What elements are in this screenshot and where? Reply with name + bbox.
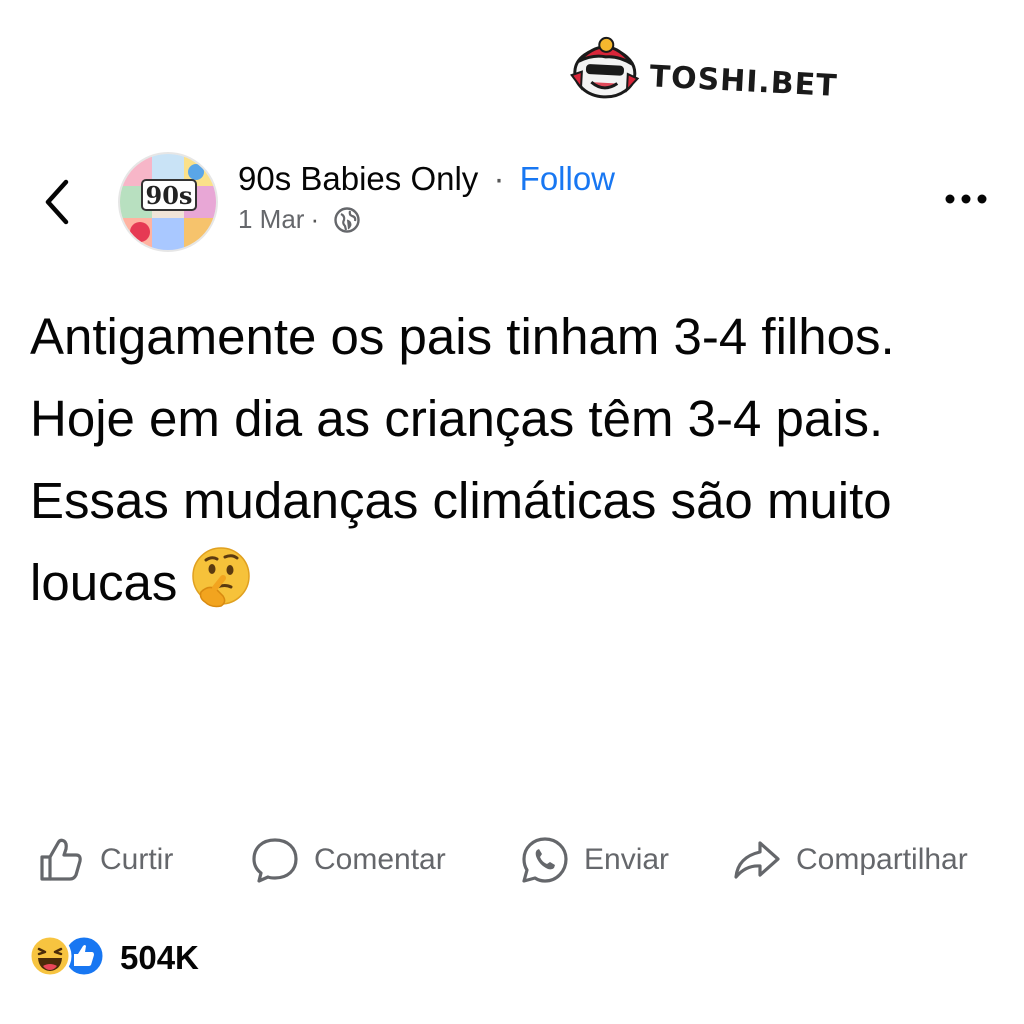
comment-bubble-icon bbox=[252, 838, 298, 883]
send-label: Enviar bbox=[584, 843, 670, 876]
follow-button[interactable]: Follow bbox=[520, 160, 615, 197]
whatsapp-icon bbox=[522, 837, 568, 883]
post-line-1: Antigamente os pais tinham 3-4 filhos. bbox=[30, 308, 895, 365]
share-button[interactable]: Compartilhar bbox=[732, 828, 968, 892]
reaction-count: 504K bbox=[120, 939, 199, 976]
reactions-summary[interactable]: 504K bbox=[28, 934, 199, 982]
post-action-bar: Curtir Comentar Enviar Compartilhar bbox=[0, 828, 1024, 892]
post-meta: 1 Mar · bbox=[238, 204, 615, 235]
send-button[interactable]: Enviar bbox=[520, 828, 669, 892]
page-title-row: 90s Babies Only · Follow bbox=[238, 158, 615, 200]
post-line-2: Hoje em dia as crianças têm 3-4 pais. bbox=[30, 390, 884, 447]
toshi-mascot-logo bbox=[570, 36, 640, 99]
post-text: Antigamente os pais tinham 3-4 filhos. H… bbox=[30, 296, 1000, 624]
page-meta: 90s Babies Only · Follow 1 Mar · bbox=[238, 158, 615, 235]
page-name-link[interactable]: 90s Babies Only bbox=[238, 160, 478, 197]
more-options-button[interactable] bbox=[942, 184, 990, 214]
ellipsis-icon bbox=[945, 194, 987, 204]
comment-button[interactable]: Comentar bbox=[250, 828, 446, 892]
share-arrow-icon bbox=[734, 841, 780, 879]
title-separator: · bbox=[493, 160, 505, 197]
reaction-icons bbox=[28, 934, 108, 982]
haha-reaction-icon bbox=[28, 934, 72, 978]
share-label: Compartilhar bbox=[796, 843, 968, 876]
avatar-image: 90s bbox=[120, 154, 216, 250]
page-avatar[interactable]: 90s bbox=[118, 152, 218, 252]
watermark-text: TOSHI.BET bbox=[648, 58, 839, 104]
avatar-text: 90s bbox=[146, 181, 193, 210]
post-header: 90s 90s Babies Only · Follow 1 Mar · bbox=[0, 150, 1024, 260]
comment-label: Comentar bbox=[314, 843, 446, 876]
like-label: Curtir bbox=[100, 843, 174, 876]
back-button[interactable] bbox=[38, 176, 78, 228]
post-line-3-text: Essas mudanças climáticas são muito louc… bbox=[30, 472, 892, 611]
thinking-face-emoji-icon bbox=[192, 547, 251, 608]
chevron-left-icon bbox=[45, 179, 69, 225]
post-line-3: Essas mudanças climáticas são muito louc… bbox=[30, 460, 1000, 624]
like-button[interactable]: Curtir bbox=[36, 828, 173, 892]
post-date[interactable]: 1 Mar bbox=[238, 204, 304, 235]
meta-separator: · bbox=[310, 204, 320, 234]
toshi-bet-watermark: TOSHI.BET bbox=[566, 31, 839, 113]
globe-icon bbox=[334, 206, 360, 233]
thumbs-up-icon bbox=[40, 838, 82, 881]
